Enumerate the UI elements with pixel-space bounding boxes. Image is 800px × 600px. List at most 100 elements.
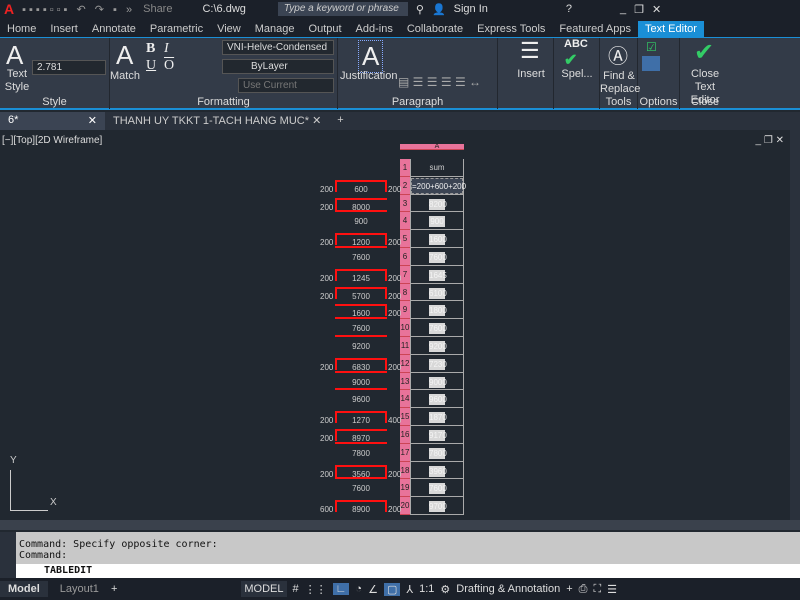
annotation-scale-icon[interactable]: ⅄ (406, 583, 413, 596)
tab-manage[interactable]: Manage (248, 21, 302, 37)
overline-icon[interactable]: O (164, 58, 174, 74)
gear-icon[interactable]: ⚙ (440, 583, 450, 596)
cell-value-highlighted[interactable]: 7600 (429, 483, 447, 495)
close-icon[interactable]: ✕ (652, 3, 661, 16)
row-number[interactable]: 15 (400, 408, 410, 426)
cell-value-highlighted[interactable]: 8200 (429, 198, 447, 210)
color-dropdown[interactable]: ByLayer (222, 59, 334, 74)
find-replace-icon[interactable]: Ⓐ (608, 40, 628, 69)
command-input[interactable]: TABLEDIT (16, 564, 800, 578)
row-number[interactable]: 2 (400, 176, 410, 195)
text-height-dropdown[interactable]: 2.781 (32, 60, 106, 75)
tab-output[interactable]: Output (302, 21, 349, 37)
restore-icon[interactable]: ❐ (634, 3, 644, 16)
tab-home[interactable]: Home (0, 21, 43, 37)
quick-access-toolbar-icons[interactable]: ▪▪▪▪▫▫▪ ↶ ↷ ▪ » (22, 3, 135, 16)
plus-icon[interactable]: + (566, 583, 572, 595)
column-header-a[interactable]: A (410, 143, 464, 150)
snap-icon[interactable]: ⋮⋮ (305, 583, 327, 596)
cell-value-highlighted[interactable]: 7230 (429, 358, 447, 370)
viewport-window-controls[interactable]: _ ❐ ✕ (756, 135, 784, 146)
bold-icon[interactable]: B (146, 41, 155, 57)
match-icon[interactable]: A (116, 40, 133, 71)
tab-parametric[interactable]: Parametric (143, 21, 210, 37)
cell-value-highlighted[interactable]: 3960 (429, 465, 447, 477)
italic-icon[interactable]: I (164, 41, 169, 57)
row-number[interactable]: 20 (400, 497, 410, 515)
row-number[interactable]: 13 (400, 372, 410, 391)
workspace-switch[interactable]: Drafting & Annotation (456, 583, 560, 595)
text-style-button[interactable]: Text Style (2, 68, 32, 94)
ruler-icon[interactable] (642, 56, 660, 71)
selection-cycling-icon[interactable]: ▢ (383, 582, 401, 596)
command-line-handle[interactable] (0, 532, 16, 578)
row-number[interactable]: 19 (400, 479, 410, 498)
tab-annotate[interactable]: Annotate (85, 21, 143, 37)
cell-value-highlighted[interactable]: 1800 (429, 305, 447, 317)
minimize-icon[interactable]: _ (620, 3, 626, 15)
spell-check-icon[interactable]: ABC ✔ (564, 38, 588, 70)
cell-value-highlighted[interactable]: 7600 (429, 323, 447, 335)
spell-button[interactable]: Spel... (554, 68, 600, 81)
close-tab-icon[interactable]: ✕ (312, 115, 321, 127)
cell-value-highlighted[interactable]: 1600 (429, 234, 447, 246)
cell-value-highlighted[interactable]: 9000 (429, 376, 447, 388)
cell-value-highlighted[interactable]: 6100 (429, 287, 447, 299)
search-input[interactable]: Type a keyword or phrase (277, 2, 408, 16)
horizontal-scrollbar[interactable] (0, 520, 800, 530)
row-number[interactable]: 16 (400, 426, 410, 444)
viewport-controls[interactable]: [−][Top][2D Wireframe] (2, 135, 102, 146)
formula-cell-editing[interactable]: =200+600+200 (411, 177, 466, 194)
vertical-scrollbar[interactable] (790, 130, 800, 520)
cell-value-highlighted[interactable]: 9170 (429, 430, 447, 441)
tab-layout1[interactable]: Layout1 (54, 581, 105, 597)
tab-express-tools[interactable]: Express Tools (470, 21, 552, 37)
row-number[interactable]: 9 (400, 301, 410, 320)
row-number[interactable]: 1 (400, 159, 410, 177)
grid-icon[interactable]: # (293, 583, 299, 595)
autocad-logo-icon[interactable]: A (4, 1, 14, 17)
doc-tab-thanh-uy[interactable]: THANH UY TKKT 1-TACH HANG MUC* ✕ (105, 112, 329, 130)
share-button[interactable]: Share (143, 3, 172, 15)
cell-value-highlighted[interactable]: 1645 (429, 269, 447, 281)
cell-value-highlighted[interactable]: 1870 (429, 412, 447, 424)
menu-icon[interactable]: ☰ (607, 583, 617, 596)
options-checkbox-icon[interactable]: ☑ (646, 40, 657, 54)
row-number[interactable]: 5 (400, 230, 410, 248)
tab-text-editor[interactable]: Text Editor (637, 21, 704, 37)
drawing-viewport[interactable]: [−][Top][2D Wireframe] _ ❐ ✕ A 1 sum 2 =200+… (0, 130, 790, 520)
justification-button[interactable]: Justification (340, 70, 397, 83)
font-dropdown[interactable]: VNI-Helve-Condensed (222, 40, 334, 55)
cell-value-highlighted[interactable]: 9200 (429, 341, 447, 352)
add-layout-button[interactable]: + (111, 583, 117, 595)
row-number[interactable]: 11 (400, 337, 410, 355)
row-number[interactable]: 6 (400, 248, 410, 266)
tab-featured-apps[interactable]: Featured Apps (552, 21, 638, 37)
cell-value-highlighted[interactable]: 7600 (429, 252, 447, 263)
polar-icon[interactable]: ◔ (355, 583, 362, 595)
cell-value-highlighted[interactable]: 9600 (429, 394, 447, 406)
row-number[interactable]: 8 (400, 283, 410, 302)
search-icon[interactable]: ⚲ (416, 3, 424, 16)
row-number[interactable]: 10 (400, 319, 410, 337)
angle-icon[interactable]: ∠ (368, 583, 378, 596)
row-number[interactable]: 18 (400, 461, 410, 480)
find-replace-button[interactable]: Find & Replace (600, 70, 640, 96)
tab-add-ins[interactable]: Add-ins (349, 21, 400, 37)
tab-model[interactable]: Model (0, 581, 48, 597)
tab-view[interactable]: View (210, 21, 248, 37)
new-tab-button[interactable]: + (329, 112, 351, 130)
background-mask-dropdown[interactable]: Use Current (238, 78, 334, 93)
row-number[interactable]: 14 (400, 390, 410, 409)
insert-button[interactable]: Insert (508, 68, 554, 81)
fullscreen-icon[interactable]: ⛶ (593, 583, 601, 596)
row-number[interactable]: 3 (400, 194, 410, 213)
checkmark-icon[interactable]: ✔ (694, 38, 714, 67)
close-tab-icon[interactable]: ✕ (88, 114, 97, 127)
print-icon[interactable]: ⎙ (579, 583, 588, 596)
tab-insert[interactable]: Insert (43, 21, 85, 37)
cell-value-highlighted[interactable]: 9700 (429, 501, 447, 513)
ortho-icon[interactable]: ∟ (332, 583, 350, 595)
sign-in-button[interactable]: Sign In (454, 3, 488, 15)
match-button[interactable]: Match (110, 70, 140, 83)
